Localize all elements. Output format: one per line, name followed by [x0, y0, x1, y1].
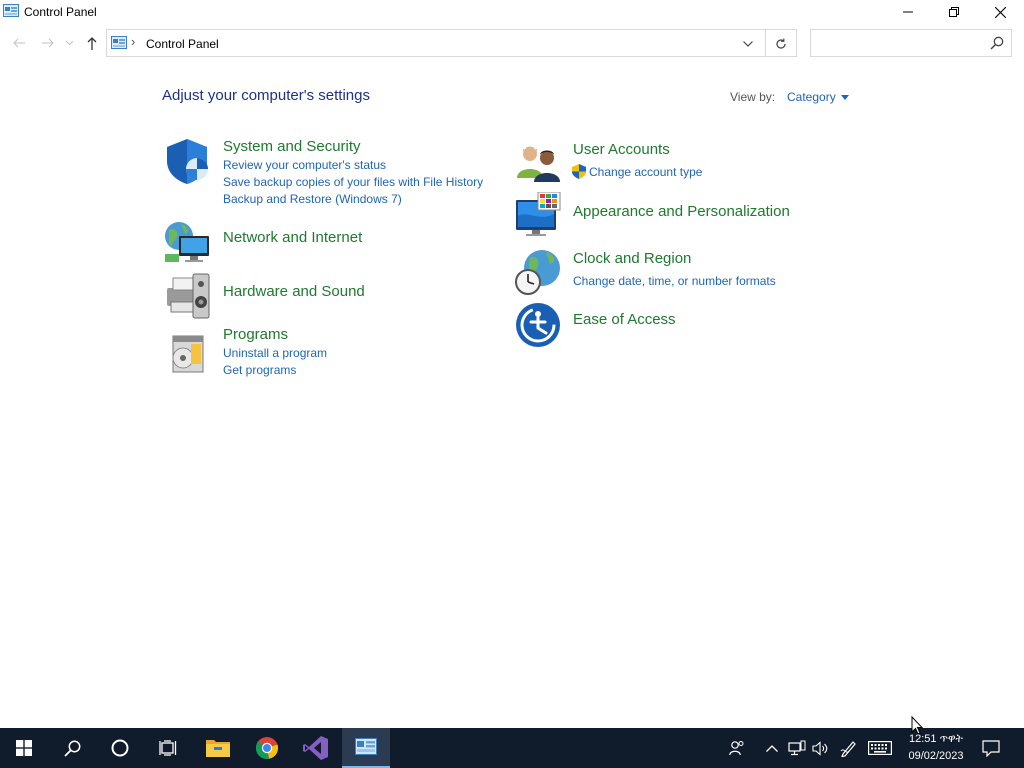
search-box[interactable]	[810, 29, 1012, 57]
start-icon	[16, 740, 32, 756]
people-button[interactable]	[726, 728, 748, 768]
close-button[interactable]	[977, 0, 1023, 24]
refresh-icon	[776, 38, 786, 49]
backup-restore-link[interactable]: Backup and Restore (Windows 7)	[223, 192, 402, 206]
clock-globe-icon[interactable]	[514, 248, 562, 296]
touch-keyboard-button[interactable]	[866, 728, 894, 768]
search-icon	[63, 740, 80, 757]
view-by-label: View by:	[730, 90, 776, 104]
breadcrumb-separator[interactable]: ›	[131, 34, 135, 49]
notification-icon	[982, 739, 1000, 757]
network-globe-icon[interactable]	[163, 218, 211, 266]
chevron-down-icon	[743, 41, 753, 47]
cortana-button[interactable]	[96, 728, 144, 768]
up-button[interactable]	[82, 33, 102, 53]
system-security-link[interactable]: System and Security	[223, 138, 361, 155]
view-by-value[interactable]: Category	[787, 90, 836, 104]
minimize-icon	[903, 11, 913, 13]
keyboard-icon	[868, 741, 892, 755]
window-title: Control Panel	[24, 5, 97, 19]
view-by-dropdown[interactable]: Category	[787, 90, 849, 104]
ease-of-access-icon[interactable]	[514, 301, 562, 349]
clock-time: 12:51 ጥዋት	[909, 733, 963, 745]
network-tray-button[interactable]	[787, 728, 807, 768]
printer-icon[interactable]	[163, 272, 211, 320]
visual-studio-icon	[303, 736, 328, 760]
ease-of-access-link[interactable]: Ease of Access	[573, 311, 676, 328]
file-explorer-icon	[206, 740, 230, 757]
visual-studio-button[interactable]	[292, 728, 340, 768]
speaker-icon	[811, 740, 827, 756]
network-internet-link[interactable]: Network and Internet	[223, 229, 362, 246]
control-panel-icon	[111, 36, 127, 50]
pen-icon	[840, 741, 856, 757]
address-divider	[765, 30, 766, 56]
refresh-button[interactable]	[771, 35, 791, 53]
review-status-link[interactable]: Review your computer's status	[223, 158, 386, 172]
pen-workspace-button[interactable]	[838, 728, 860, 768]
clock-date: 09/02/2023	[908, 750, 964, 762]
breadcrumb-control-panel[interactable]: Control Panel	[146, 37, 219, 51]
control-panel-icon	[3, 4, 19, 18]
people-icon	[729, 741, 744, 756]
user-accounts-link[interactable]: User Accounts	[573, 141, 670, 158]
clock-region-link[interactable]: Clock and Region	[573, 250, 691, 267]
volume-button[interactable]	[810, 728, 830, 768]
hardware-sound-link[interactable]: Hardware and Sound	[223, 283, 365, 300]
task-view-button[interactable]	[144, 728, 192, 768]
page-title: Adjust your computer's settings	[162, 87, 370, 104]
arrow-up-icon	[87, 36, 97, 50]
taskbar-clock[interactable]: 12:51 ጥዋት 09/02/2023	[898, 731, 974, 765]
uac-shield-icon	[572, 164, 586, 184]
title-bar[interactable]: Control Panel	[0, 0, 1024, 24]
chrome-button[interactable]	[243, 728, 291, 768]
user-accounts-icon[interactable]	[514, 140, 562, 188]
back-button[interactable]	[9, 33, 29, 53]
control-panel-window: Control Panel › Control Panel Adjust you…	[0, 0, 1024, 728]
chevron-down-icon	[65, 41, 73, 45]
search-button[interactable]	[48, 728, 96, 768]
get-programs-link[interactable]: Get programs	[223, 363, 296, 377]
caret-down-icon	[840, 94, 849, 100]
control-panel-taskbar-button[interactable]	[342, 728, 390, 768]
address-dropdown-button[interactable]	[739, 35, 757, 53]
recent-locations-button[interactable]	[62, 33, 76, 53]
restore-button[interactable]	[931, 0, 977, 24]
mouse-cursor	[911, 715, 924, 740]
arrow-right-icon	[42, 38, 54, 48]
taskbar: 12:51 ጥዋት 09/02/2023	[0, 728, 1024, 768]
file-explorer-button[interactable]	[194, 728, 242, 768]
action-center-button[interactable]	[980, 728, 1002, 768]
task-view-icon	[159, 740, 177, 756]
programs-icon[interactable]	[163, 328, 211, 376]
network-icon	[788, 740, 806, 756]
uninstall-program-link[interactable]: Uninstall a program	[223, 346, 327, 360]
show-hidden-icons-button[interactable]	[764, 728, 780, 768]
programs-link[interactable]: Programs	[223, 326, 288, 343]
restore-icon	[949, 7, 959, 17]
chrome-icon	[255, 737, 279, 759]
start-button[interactable]	[0, 728, 48, 768]
address-bar[interactable]: › Control Panel	[106, 29, 797, 57]
appearance-personalization-link[interactable]: Appearance and Personalization	[573, 203, 790, 220]
appearance-monitor-icon[interactable]	[514, 191, 562, 240]
shield-icon[interactable]	[163, 137, 211, 185]
chevron-up-icon	[766, 744, 778, 752]
close-icon	[994, 6, 1006, 18]
arrow-left-icon	[13, 38, 25, 48]
file-history-link[interactable]: Save backup copies of your files with Fi…	[223, 175, 483, 189]
minimize-button[interactable]	[885, 0, 931, 24]
forward-button[interactable]	[38, 33, 58, 53]
control-panel-icon	[355, 738, 377, 755]
cortana-icon	[111, 739, 129, 757]
change-date-formats-link[interactable]: Change date, time, or number formats	[573, 274, 776, 288]
search-input[interactable]	[815, 34, 985, 52]
change-account-type-link[interactable]: Change account type	[589, 165, 702, 179]
search-icon[interactable]	[990, 36, 1006, 52]
